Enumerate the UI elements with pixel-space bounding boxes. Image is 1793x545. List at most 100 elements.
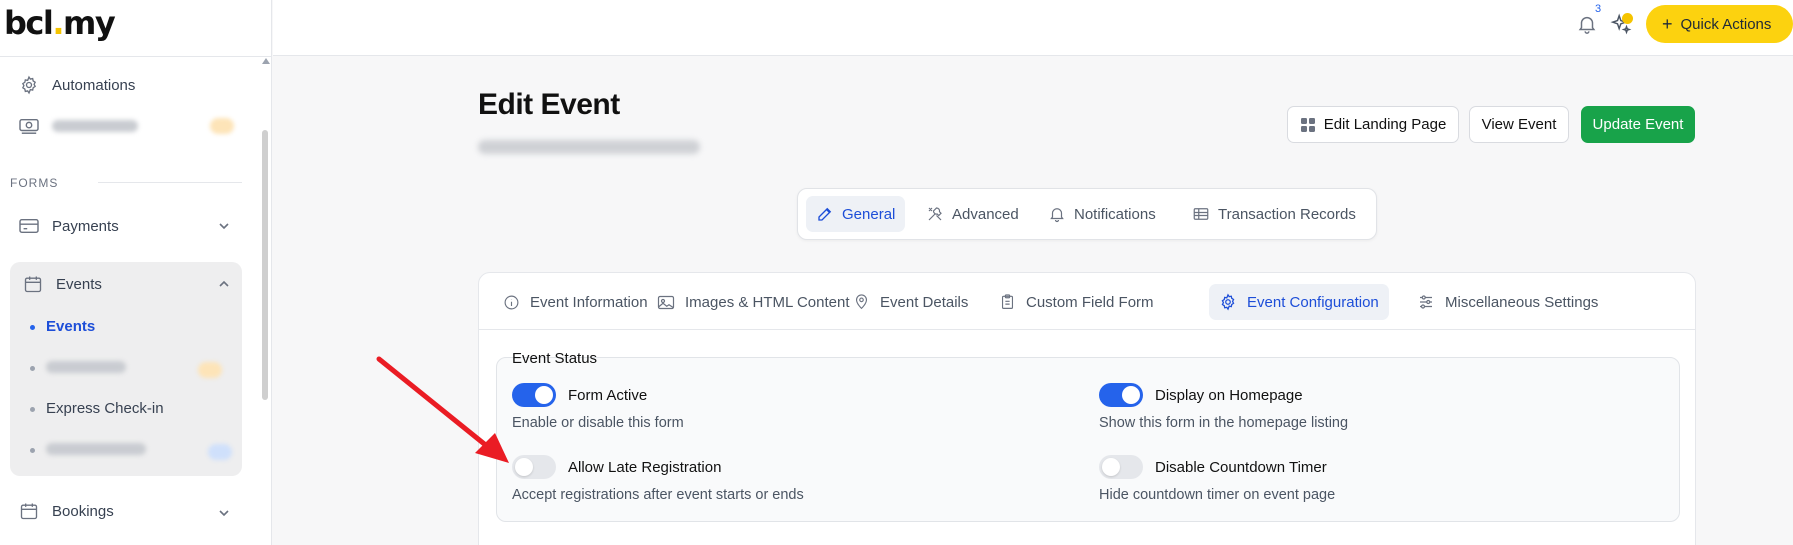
sidebar-item-label: Events (56, 275, 102, 293)
quick-actions-label: Quick Actions (1680, 15, 1772, 33)
option-label: Disable Countdown Timer (1155, 459, 1327, 476)
sidebar-subitem-events[interactable]: Events (46, 318, 95, 335)
edit-landing-page-button[interactable]: Edit Landing Page (1287, 106, 1459, 143)
blurred-badge (208, 444, 232, 460)
tab-label: Notifications (1074, 205, 1156, 223)
blurred-badge (210, 118, 234, 134)
calendar-icon (22, 273, 44, 295)
option-label: Form Active (568, 387, 648, 404)
option-description: Show this form in the homepage listing (1099, 415, 1349, 431)
active-dot (30, 325, 35, 330)
event-status-title: Event Status (512, 350, 598, 367)
button-label: Edit Landing Page (1323, 116, 1447, 133)
credit-card-icon (18, 215, 40, 237)
scroll-up-arrow-icon[interactable] (262, 58, 270, 64)
tab-miscellaneous-settings[interactable]: Miscellaneous Settings (1407, 284, 1608, 320)
sidebar-scrollbar[interactable] (262, 58, 270, 545)
section-divider (98, 182, 242, 183)
option-label: Allow Late Registration (568, 459, 722, 476)
annotation-arrow-icon (376, 356, 509, 463)
sidebar-item-transactions[interactable] (18, 115, 138, 137)
option-description: Accept registrations after event starts … (512, 487, 804, 503)
tab-transaction-records[interactable]: Transaction Records (1182, 196, 1366, 232)
tab-custom-field-form[interactable]: Custom Field Form (989, 284, 1164, 320)
plus-icon: + (1662, 14, 1673, 34)
gear-icon (1219, 293, 1237, 311)
tab-label: Transaction Records (1218, 205, 1356, 223)
blurred-badge (198, 362, 222, 378)
sliders-icon (1417, 293, 1435, 311)
grid-icon (1300, 117, 1316, 133)
option-description: Enable or disable this form (512, 415, 684, 431)
top-bar (273, 0, 1793, 56)
gear-icon (18, 74, 40, 96)
bell-icon[interactable] (1576, 13, 1598, 35)
blurred-event-name (478, 140, 700, 154)
tab-event-configuration[interactable]: Event Configuration (1209, 284, 1389, 320)
sidebar-subitem-pdf-templates[interactable] (46, 442, 146, 459)
sidebar-item-events[interactable]: Events (22, 273, 102, 295)
option-description: Hide countdown timer on event page (1099, 487, 1336, 503)
blurred-label (46, 361, 126, 373)
tab-event-information[interactable]: Event Information (493, 284, 658, 320)
tab-label: Miscellaneous Settings (1445, 293, 1599, 311)
tab-general[interactable]: General (806, 196, 906, 232)
option-label: Display on Homepage (1155, 387, 1303, 404)
table-icon (1192, 205, 1210, 223)
chevron-down-icon[interactable] (217, 219, 231, 233)
sidebar-subitem-participants[interactable] (46, 360, 126, 377)
list-dot (30, 448, 35, 453)
update-event-button[interactable]: Update Event (1581, 106, 1695, 143)
blurred-label (52, 120, 138, 132)
tab-images-html-content[interactable]: Images & HTML Content (647, 284, 860, 320)
quick-actions-button[interactable]: + Quick Actions (1646, 5, 1793, 43)
tab-label: Event Configuration (1247, 293, 1379, 311)
sidebar-subitem-express-checkin[interactable]: Express Check-in (46, 400, 164, 417)
sidebar-item-bookings[interactable]: Bookings (18, 500, 114, 522)
chevron-down-icon[interactable] (217, 506, 231, 520)
sidebar-item-label: Bookings (52, 502, 114, 520)
sidebar: bcl.my Automations FORMS Payments Events… (0, 0, 272, 545)
sidebar-item-automations[interactable]: Automations (18, 74, 135, 96)
brand-logo[interactable]: bcl.my (4, 4, 116, 42)
form-active-toggle[interactable] (512, 383, 556, 407)
view-event-button[interactable]: View Event (1469, 106, 1569, 143)
top-tabs: General Advanced Notifications Transacti… (797, 188, 1377, 240)
calendar-icon (18, 500, 40, 522)
tab-event-details[interactable]: Event Details (843, 284, 978, 320)
disable-countdown-timer-toggle[interactable] (1099, 455, 1143, 479)
sidebar-item-payments[interactable]: Payments (18, 215, 119, 237)
scrollbar-thumb[interactable] (262, 130, 268, 400)
image-icon (657, 294, 675, 311)
display-on-homepage-toggle[interactable] (1099, 383, 1143, 407)
bell-icon (1048, 205, 1066, 223)
tab-label: Event Details (880, 293, 969, 311)
tab-label: Images & HTML Content (685, 293, 850, 311)
card-tabs: Event Information Images & HTML Content … (479, 273, 1695, 330)
tab-label: General (842, 205, 896, 223)
tab-advanced[interactable]: Advanced (916, 196, 1029, 232)
tools-icon (926, 205, 944, 223)
list-dot (30, 366, 35, 371)
info-icon (503, 294, 520, 311)
clipboard-icon (999, 293, 1016, 311)
list-dot (30, 407, 35, 412)
section-label-forms: FORMS (10, 176, 59, 190)
money-icon (18, 115, 40, 137)
settings-card: Event Information Images & HTML Content … (478, 272, 1696, 545)
edit-icon (816, 205, 834, 223)
logo-divider (0, 56, 271, 57)
tab-label: Custom Field Form (1026, 293, 1154, 311)
notification-count: 3 (1595, 3, 1602, 15)
page-title: Edit Event (478, 88, 620, 121)
status-dot (1622, 13, 1633, 24)
chevron-up-icon[interactable] (217, 277, 231, 291)
sidebar-item-label: Automations (52, 76, 136, 94)
blurred-label (46, 443, 146, 455)
map-pin-icon (853, 293, 870, 311)
sidebar-item-label: Payments (52, 217, 119, 235)
tab-label: Advanced (952, 205, 1019, 223)
tab-notifications[interactable]: Notifications (1038, 196, 1166, 232)
tab-label: Event Information (530, 293, 648, 311)
allow-late-registration-toggle[interactable] (512, 455, 556, 479)
